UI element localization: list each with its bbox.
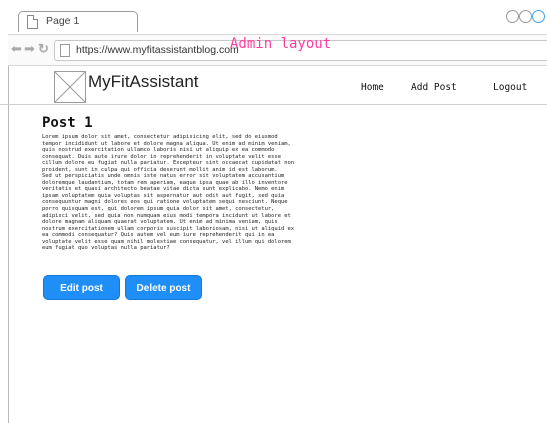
maximize-icon[interactable] [519,10,532,23]
delete-post-button[interactable]: Delete post [125,275,202,300]
post-body: Lorem ipsum dolor sit amet, consectetur … [42,134,295,252]
image-placeholder-icon[interactable] [54,71,86,103]
header-divider [0,104,547,105]
annotation-label: Admin layout [230,36,332,52]
url-text[interactable]: https://www.myfitassistantblog.com [76,44,239,56]
reload-icon[interactable]: ↻ [38,42,49,56]
page-icon [27,15,38,29]
menu-item-add-post[interactable]: Add Post [411,82,457,93]
page-icon [60,44,70,57]
brand-name[interactable]: MyFitAssistant [88,72,199,92]
menu-item-home[interactable]: Home [361,82,384,93]
tab-title: Page 1 [46,15,80,27]
edit-post-button[interactable]: Edit post [43,275,120,300]
post-title: Post 1 [42,115,93,131]
tab-bar: Page 1 [8,0,547,34]
menu-item-logout[interactable]: Logout [493,82,527,93]
close-icon[interactable] [532,10,545,23]
arrow-left-icon[interactable]: ⬅ [11,42,22,56]
browser-tab[interactable]: Page 1 [18,11,138,32]
arrow-right-icon[interactable]: ➡ [24,42,35,56]
minimize-icon[interactable] [506,10,519,23]
